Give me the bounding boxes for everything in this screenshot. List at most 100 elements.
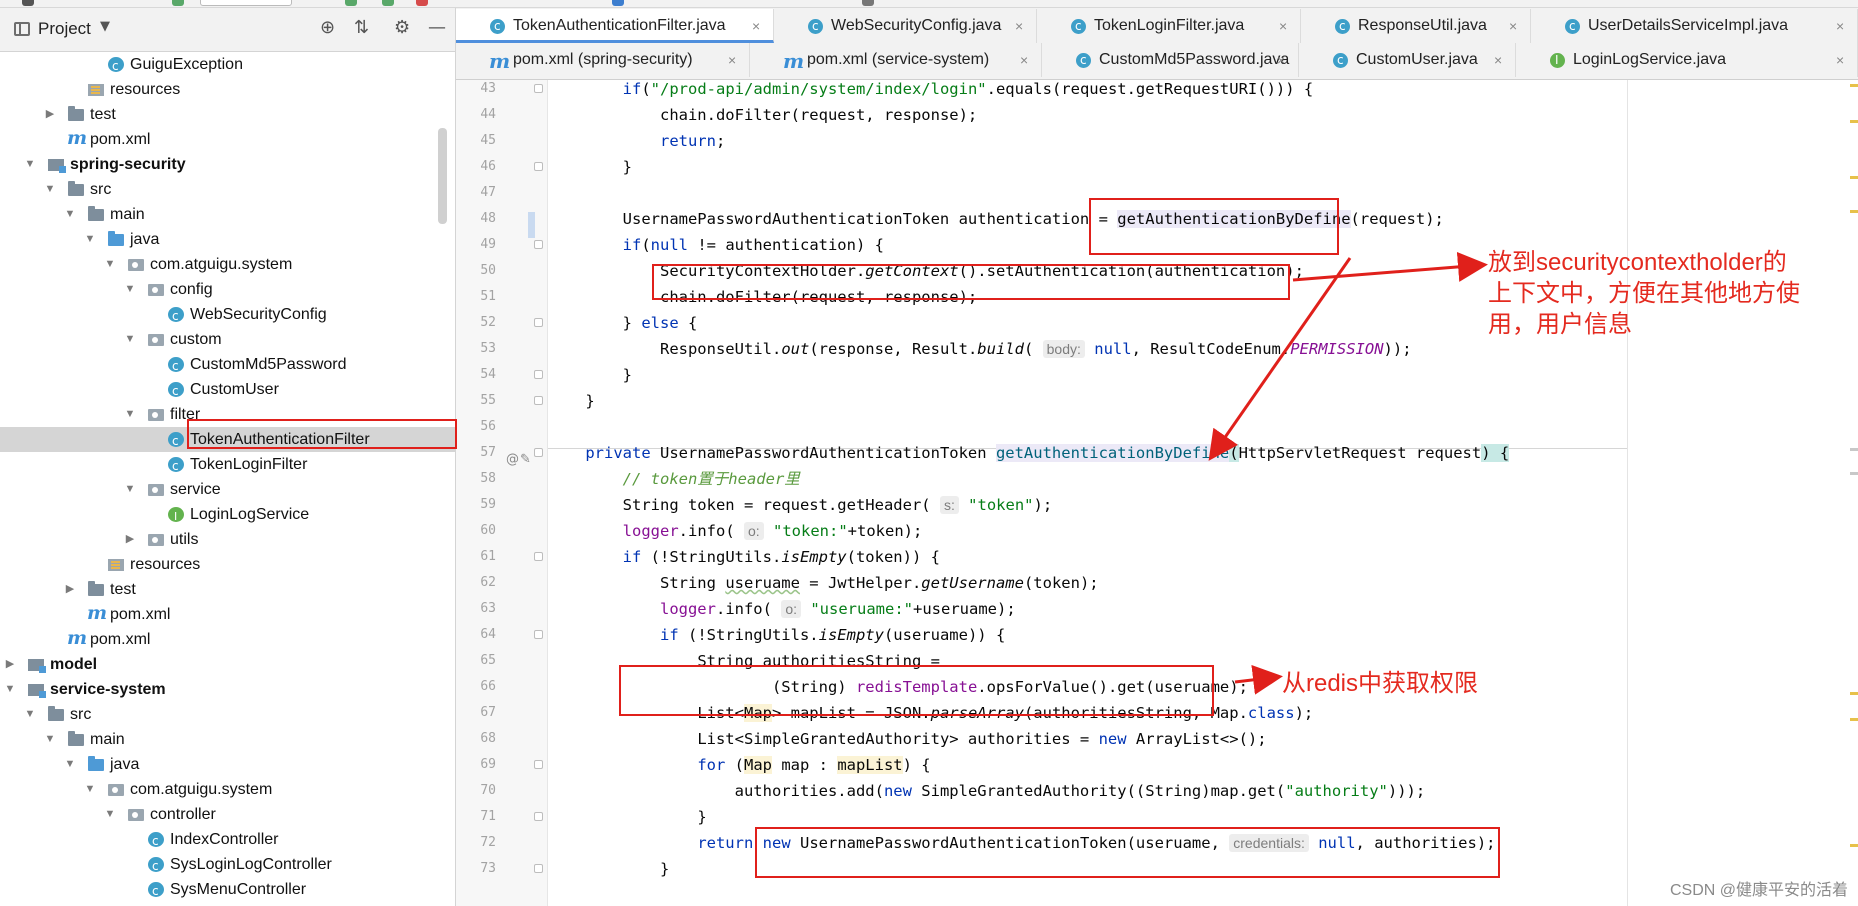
chevron-down-icon[interactable]: ▼ [124,327,136,352]
tree-item[interactable]: ▼ custom [0,327,455,352]
editor-tab[interactable]: pom.xml (spring-security) × [456,43,750,78]
fold-marker[interactable] [534,396,543,405]
tree-item[interactable]: LoginLogService [0,502,455,529]
editor-tab[interactable]: WebSecurityConfig.java × [774,9,1037,43]
tree-item[interactable]: ▶ utils [0,527,455,552]
chevron-down-icon[interactable]: ▼ [44,177,56,202]
chevron-down-icon[interactable]: ▼ [124,477,136,502]
close-icon[interactable]: × [752,9,760,43]
edit-marker-icon[interactable]: ✎ [520,452,531,467]
tree-item[interactable]: ▼ java [0,752,455,777]
tree-item[interactable]: ▼ src [0,702,455,727]
gear-icon[interactable]: ⚙ [394,18,410,38]
tree-item[interactable]: CustomUser [0,377,455,404]
fold-marker[interactable] [534,812,543,821]
error-stripe-mark[interactable] [1850,210,1858,213]
chevron-down-icon[interactable]: ▼ [84,777,96,802]
error-stripe-mark[interactable] [1850,448,1858,451]
chevron-down-icon[interactable]: ▼ [44,727,56,752]
error-stripe-mark[interactable] [1850,176,1858,179]
tree-item[interactable]: resources [0,552,455,577]
error-stripe-mark[interactable] [1850,84,1858,87]
editor-tab[interactable]: LoginLogService.java × [1516,43,1858,77]
close-icon[interactable]: × [1277,43,1285,77]
fold-marker[interactable] [534,370,543,379]
chevron-right-icon[interactable]: ▶ [124,527,136,552]
tree-item[interactable]: pom.xml [0,601,455,627]
toolbar-search-icon[interactable] [862,0,874,6]
tree-item[interactable]: ▼ service [0,477,455,502]
close-icon[interactable]: × [1836,9,1844,43]
fold-marker[interactable] [534,552,543,561]
error-stripe-mark[interactable] [1850,844,1858,847]
tree-item[interactable]: pom.xml [0,626,455,652]
tree-item[interactable]: ▶ test [0,102,455,127]
tree-item[interactable]: TokenLoginFilter [0,452,455,479]
close-icon[interactable]: × [1279,9,1287,43]
tree-item[interactable]: pom.xml [0,126,455,152]
fold-marker[interactable] [534,84,543,93]
chevron-down-icon[interactable]: ▼ [4,677,16,702]
tree-item[interactable]: ▼ main [0,202,455,227]
editor-gutter[interactable]: @ ✎ 43 44 45 46 47 48 49 50 51 52 53 54 55 56 57 58 59 60… [456,80,548,906]
tree-item[interactable]: IndexController [0,827,455,854]
tree-item[interactable]: ▶ model [0,652,455,677]
toolbar-debug-icon[interactable] [382,0,394,6]
tree-item[interactable]: ▼ java [0,227,455,252]
toolbar-config-field[interactable] [200,0,292,6]
close-icon[interactable]: × [1836,43,1844,77]
toolbar-vcs-icon[interactable] [612,0,624,6]
tree-item[interactable]: SysLoginLogController [0,852,455,879]
tree-item[interactable]: ▼ com.atguigu.system [0,252,455,277]
collapse-all-icon[interactable]: ⇅ [354,18,369,38]
tree-item[interactable]: ▼ com.atguigu.system [0,777,455,802]
tree-item[interactable]: ▼ spring-security [0,152,455,177]
chevron-down-icon[interactable]: ▼ [100,19,110,34]
close-icon[interactable]: × [1509,9,1517,43]
fold-marker[interactable] [534,162,543,171]
tree-item[interactable]: ▶ test [0,577,455,602]
tree-item[interactable]: TokenAuthenticationFilter [0,427,455,454]
code-editor[interactable]: @ ✎ 43 44 45 46 47 48 49 50 51 52 53 54 55 56 57 58 59 60… [456,80,1858,906]
chevron-right-icon[interactable]: ▶ [4,652,16,677]
locate-file-icon[interactable]: ⊕ [320,18,335,38]
chevron-down-icon[interactable]: ▼ [24,702,36,727]
error-stripe-mark[interactable] [1850,692,1858,695]
tree-item[interactable]: ▼ filter [0,402,455,427]
project-view-selector[interactable]: Project [38,19,91,39]
editor-tab[interactable]: CustomUser.java × [1299,43,1516,77]
editor-tab[interactable]: pom.xml (service-system) × [750,43,1042,78]
chevron-right-icon[interactable]: ▶ [64,577,76,602]
fold-marker[interactable] [534,630,543,639]
close-icon[interactable]: × [728,43,736,77]
chevron-down-icon[interactable]: ▼ [124,277,136,302]
close-icon[interactable]: × [1015,9,1023,43]
toolbar-build-icon[interactable] [345,0,357,6]
tree-item[interactable]: ▼ service-system [0,677,455,702]
chevron-down-icon[interactable]: ▼ [104,802,116,827]
tree-item[interactable]: SysMenuController [0,877,455,904]
tree-item[interactable]: ▼ config [0,277,455,302]
toolbar-grid-icon[interactable] [22,0,34,6]
close-icon[interactable]: × [1494,43,1502,77]
tree-item[interactable]: resources [0,77,455,102]
toolbar-stop-icon[interactable] [416,0,428,6]
chevron-down-icon[interactable]: ▼ [64,202,76,227]
editor-tab[interactable]: TokenAuthenticationFilter.java × [456,9,774,43]
chevron-down-icon[interactable]: ▼ [104,252,116,277]
fold-marker[interactable] [534,448,543,457]
toolbar-run-icon[interactable] [172,0,184,6]
error-stripe-mark[interactable] [1850,718,1858,721]
fold-marker[interactable] [534,760,543,769]
editor-tab[interactable]: TokenLoginFilter.java × [1037,9,1301,43]
fold-marker[interactable] [534,318,543,327]
close-icon[interactable]: × [1020,43,1028,77]
project-tree-scrollbar[interactable] [438,128,447,224]
chevron-down-icon[interactable]: ▼ [84,227,96,252]
editor-tab[interactable]: UserDetailsServiceImpl.java × [1531,9,1858,43]
chevron-down-icon[interactable]: ▼ [124,402,136,427]
error-stripe-mark[interactable] [1850,472,1858,475]
tree-item[interactable]: GuiguException [0,52,455,79]
hide-panel-icon[interactable]: — [428,18,446,38]
error-stripe-mark[interactable] [1850,120,1858,123]
